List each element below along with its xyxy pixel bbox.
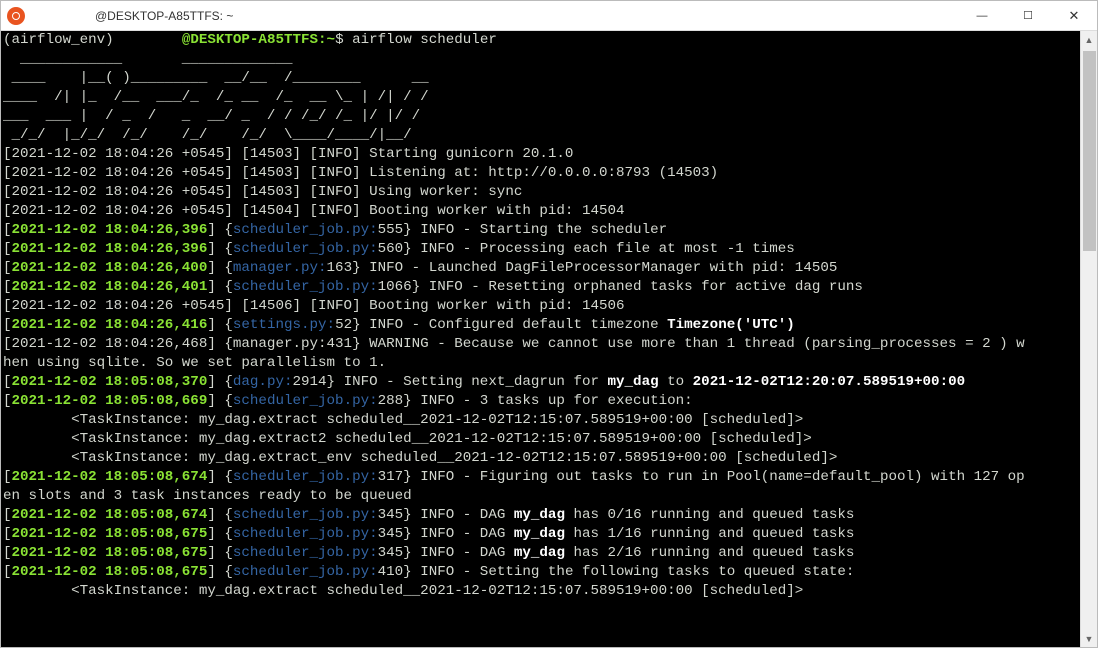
scroll-up-icon[interactable]: ▲	[1081, 31, 1097, 48]
scroll-thumb[interactable]	[1083, 51, 1096, 251]
maximize-button[interactable]: ☐	[1005, 1, 1051, 31]
app-window: @DESKTOP-A85TTFS: ~ — ☐ ✕ (airflow_env) …	[0, 0, 1098, 648]
terminal[interactable]: (airflow_env) @DESKTOP-A85TTFS:~$ airflo…	[1, 31, 1080, 647]
close-button[interactable]: ✕	[1051, 1, 1097, 31]
titlebar[interactable]: @DESKTOP-A85TTFS: ~ — ☐ ✕	[1, 1, 1097, 31]
minimize-button[interactable]: —	[959, 1, 1005, 31]
vertical-scrollbar[interactable]: ▲ ▼	[1080, 31, 1097, 647]
ubuntu-icon	[7, 7, 25, 25]
scroll-down-icon[interactable]: ▼	[1081, 630, 1097, 647]
window-title: @DESKTOP-A85TTFS: ~	[35, 9, 233, 23]
content-wrap: (airflow_env) @DESKTOP-A85TTFS:~$ airflo…	[1, 31, 1097, 647]
